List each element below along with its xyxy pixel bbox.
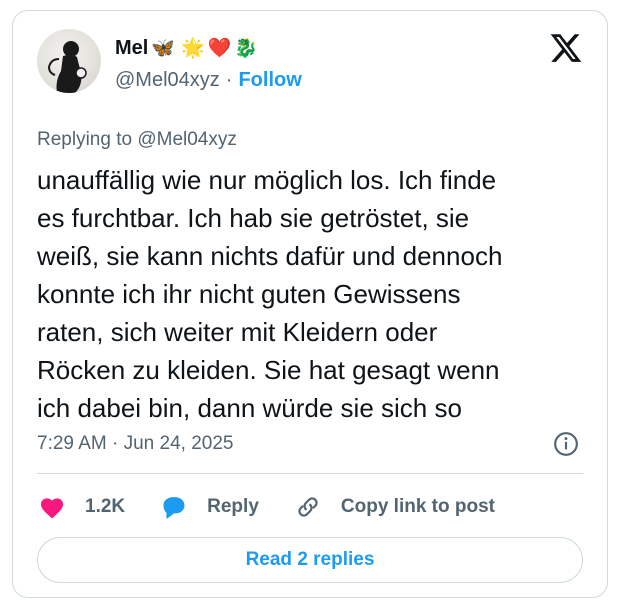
- link-icon: [293, 492, 323, 522]
- avatar[interactable]: [37, 29, 101, 93]
- copy-link-label: Copy link to post: [340, 496, 495, 517]
- dragon-emoji-icon: 🐉: [234, 38, 259, 59]
- reply-label: Reply: [207, 496, 259, 517]
- reply-button[interactable]: Reply: [159, 492, 259, 522]
- heart-icon: [37, 492, 67, 522]
- tweet-card: Mel 🦋 🌟 ❤️ 🐉 @Mel04xyz · Follow Replying…: [12, 10, 608, 598]
- read-replies-button[interactable]: Read 2 replies: [37, 537, 583, 583]
- author-name[interactable]: Mel: [115, 37, 148, 60]
- heart-emoji-icon: ❤️: [207, 38, 232, 59]
- reply-bubble-icon: [159, 492, 189, 522]
- avatar-silhouette-icon: [47, 41, 87, 93]
- author-handle[interactable]: @Mel04xyz: [115, 69, 220, 92]
- separator-dot: ·: [225, 69, 233, 91]
- like-button[interactable]: 1.2K: [37, 492, 125, 522]
- tweet-text-line: ich dabei bin, dann würde sie sich so: [37, 393, 462, 423]
- x-logo-icon[interactable]: [549, 31, 583, 65]
- tweet-text-line: unauffällig wie nur möglich los. Ich fin…: [37, 165, 497, 195]
- info-icon[interactable]: [553, 431, 579, 457]
- follow-button[interactable]: Follow: [238, 69, 301, 92]
- replying-to-label[interactable]: Replying to @Mel04xyz: [37, 129, 237, 151]
- tweet-text-line: raten, sich weiter mit Kleidern oder: [37, 317, 438, 347]
- tweet-text-line: Röcken zu kleiden. Sie hat gesagt wenn: [37, 355, 500, 385]
- tweet-text-line: konnte ich ihr nicht guten Gewissens: [37, 279, 461, 309]
- action-bar: 1.2K Reply Copy link to post: [37, 489, 529, 525]
- butterfly-emoji-icon: 🦋: [151, 38, 176, 59]
- tweet-text: unauffällig wie nur möglich los. Ich fin…: [37, 161, 587, 427]
- glowing-star-emoji-icon: 🌟: [181, 38, 205, 59]
- divider: [37, 473, 583, 474]
- like-count: 1.2K: [85, 496, 126, 517]
- copy-link-button[interactable]: Copy link to post: [293, 492, 495, 522]
- tweet-timestamp[interactable]: 7:29 AM · Jun 24, 2025: [37, 433, 233, 455]
- tweet-text-line: es furchtbar. Ich hab sie getröstet, sie: [37, 203, 470, 233]
- handle-row: @Mel04xyz · Follow: [115, 69, 302, 92]
- tweet-text-line: weiß, sie kann nichts dafür und dennoch: [37, 241, 503, 271]
- author-name-row[interactable]: Mel 🦋 🌟 ❤️ 🐉: [115, 35, 258, 61]
